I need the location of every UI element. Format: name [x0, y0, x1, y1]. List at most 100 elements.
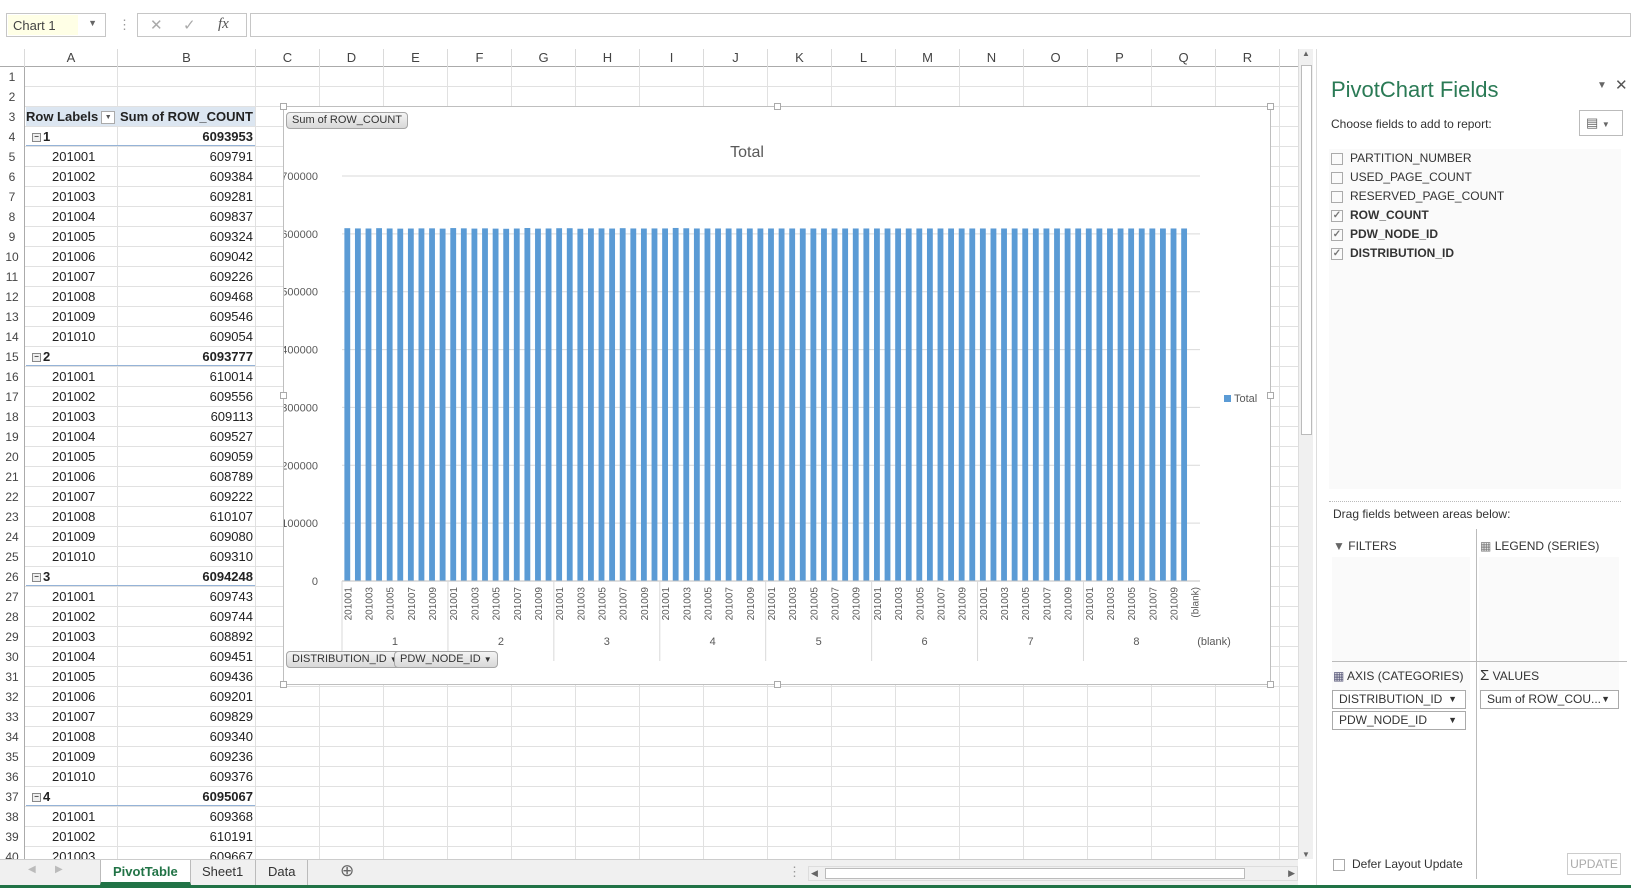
group-row-label[interactable]: −1 — [26, 127, 118, 146]
bar[interactable] — [397, 228, 404, 581]
resize-handle[interactable] — [774, 681, 781, 688]
tab-sheet1[interactable]: Sheet1 — [190, 860, 257, 885]
pivot-chart[interactable]: Total 0 100000 200000 300000 400000 500000 6000… — [280, 103, 1274, 688]
column-header-q[interactable]: Q — [1152, 49, 1216, 67]
bar[interactable] — [704, 228, 711, 581]
vertical-scrollbar[interactable]: ▲ ▼ — [1298, 49, 1313, 859]
row-label[interactable]: 201009 — [26, 307, 118, 326]
scroll-right-icon[interactable]: ▶ — [1288, 868, 1295, 879]
row-label[interactable]: 201002 — [26, 387, 118, 406]
bar[interactable] — [979, 228, 986, 581]
row-value[interactable]: 609236 — [118, 747, 255, 766]
bar[interactable] — [1001, 228, 1007, 581]
row-label[interactable]: 201008 — [26, 507, 118, 526]
column-header-j[interactable]: J — [704, 49, 768, 67]
axis-item-pdw-node-id[interactable]: PDW_NODE_ID ▼ — [1332, 711, 1466, 730]
row-number[interactable]: 1 — [0, 67, 25, 87]
row-value[interactable]: 610014 — [118, 367, 255, 386]
row-number[interactable]: 24 — [0, 527, 25, 547]
column-header-p[interactable]: P — [1088, 49, 1152, 67]
row-label[interactable]: 201003 — [26, 627, 118, 646]
tab-data[interactable]: Data — [256, 860, 309, 885]
update-button[interactable]: UPDATE — [1567, 853, 1621, 875]
row-value[interactable]: 609829 — [118, 707, 255, 726]
row-label[interactable]: 201003 — [26, 187, 118, 206]
bar[interactable] — [672, 227, 679, 581]
bar[interactable] — [630, 228, 637, 581]
row-number[interactable]: 17 — [0, 387, 25, 407]
resize-handle[interactable] — [1267, 103, 1274, 110]
bar[interactable] — [1170, 228, 1177, 581]
bar[interactable] — [746, 228, 753, 581]
column-header-a[interactable]: A — [25, 49, 118, 67]
field-partition-number[interactable]: PARTITION_NUMBER — [1331, 149, 1472, 168]
field-distribution-id[interactable]: ✓ DISTRIBUTION_ID — [1331, 244, 1454, 263]
row-label[interactable]: 201003 — [26, 407, 118, 426]
group-row-label[interactable]: −4 — [26, 787, 118, 806]
row-number[interactable]: 2 — [0, 87, 25, 107]
bar[interactable] — [725, 228, 732, 581]
bar[interactable] — [556, 228, 563, 581]
row-value[interactable]: 609744 — [118, 607, 255, 626]
resize-handle[interactable] — [1267, 681, 1274, 688]
row-number[interactable]: 25 — [0, 547, 25, 567]
tab-pivottable[interactable]: PivotTable — [100, 860, 191, 885]
bar[interactable] — [1064, 228, 1071, 581]
row-label[interactable]: 201002 — [26, 607, 118, 626]
row-number[interactable]: 29 — [0, 627, 25, 647]
row-number[interactable]: 35 — [0, 747, 25, 767]
enter-icon[interactable]: ✓ — [183, 16, 196, 34]
row-value[interactable]: 609222 — [118, 487, 255, 506]
row-label[interactable]: 201007 — [26, 487, 118, 506]
checked-checkbox[interactable]: ✓ — [1331, 228, 1343, 241]
bar[interactable] — [1117, 228, 1124, 581]
bar[interactable] — [1043, 228, 1050, 581]
column-header-i[interactable]: I — [640, 49, 704, 67]
row-value[interactable]: 609042 — [118, 247, 255, 266]
bar[interactable] — [1160, 228, 1166, 581]
bar[interactable] — [1181, 228, 1188, 581]
bar[interactable] — [831, 228, 838, 581]
checked-checkbox[interactable]: ✓ — [1331, 209, 1343, 222]
bar[interactable] — [810, 228, 817, 581]
cancel-icon[interactable]: ✕ — [150, 16, 163, 34]
bar[interactable] — [715, 228, 721, 581]
row-value[interactable]: 609113 — [118, 407, 255, 426]
row-label[interactable]: 201002 — [26, 167, 118, 186]
row-label[interactable]: 201006 — [26, 467, 118, 486]
axis-field-button-distribution[interactable]: DISTRIBUTION_ID ▼ — [286, 651, 404, 668]
axis-field-button-node[interactable]: PDW_NODE_ID ▼ — [394, 651, 498, 668]
row-label[interactable]: 201009 — [26, 527, 118, 546]
row-number[interactable]: 27 — [0, 587, 25, 607]
bar[interactable] — [609, 228, 616, 582]
bar[interactable] — [799, 228, 806, 581]
checkbox[interactable] — [1333, 858, 1345, 871]
bar[interactable] — [492, 228, 499, 581]
bar[interactable] — [693, 228, 700, 581]
bar[interactable] — [1107, 228, 1113, 581]
row-value[interactable]: 609436 — [118, 667, 255, 686]
column-header-g[interactable]: G — [512, 49, 576, 67]
bar[interactable] — [651, 228, 658, 581]
field-row-count[interactable]: ✓ ROW_COUNT — [1331, 206, 1429, 225]
bar[interactable] — [662, 228, 668, 582]
horizontal-scrollbar[interactable]: ◀ ▶ — [808, 866, 1298, 881]
group-total[interactable]: 6094248 — [118, 567, 255, 586]
formula-bar[interactable] — [250, 13, 1631, 37]
row-label[interactable]: 201005 — [26, 447, 118, 466]
row-number[interactable]: 4 — [0, 127, 25, 147]
bar[interactable] — [842, 228, 849, 581]
scroll-thumb[interactable] — [1301, 65, 1312, 435]
row-label[interactable]: 201001 — [26, 147, 118, 166]
splitter-icon[interactable]: ⋮ — [788, 864, 801, 880]
row-number[interactable]: 16 — [0, 367, 25, 387]
bar[interactable] — [429, 228, 435, 581]
bar[interactable] — [1075, 228, 1082, 581]
row-value[interactable]: 609201 — [118, 687, 255, 706]
bar[interactable] — [1149, 228, 1156, 581]
column-header-h[interactable]: H — [576, 49, 640, 67]
bar[interactable] — [757, 228, 764, 581]
bar[interactable] — [535, 228, 541, 582]
row-value[interactable]: 609059 — [118, 447, 255, 466]
row-number[interactable]: 18 — [0, 407, 25, 427]
